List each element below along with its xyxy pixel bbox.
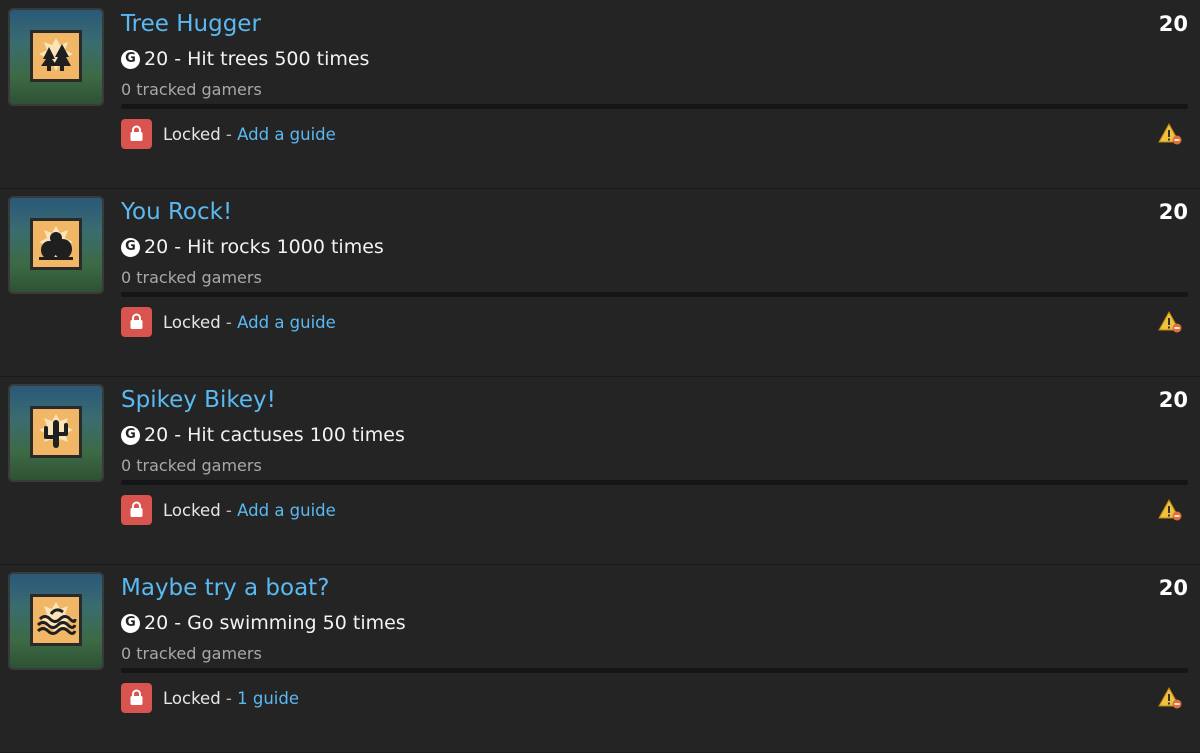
tracked-gamers: 0 tracked gamers bbox=[121, 644, 262, 663]
tracked-gamers: 0 tracked gamers bbox=[121, 456, 262, 475]
points-value: 20 bbox=[1158, 12, 1188, 36]
status-separator: - bbox=[220, 313, 238, 332]
gamerscore-icon: G bbox=[121, 49, 140, 69]
achievement-row: Maybe try a boat? G 20 - Go swimming 50 … bbox=[0, 564, 1200, 753]
status-line: Locked - Add a guide bbox=[163, 501, 336, 521]
gamerscore-icon: G bbox=[121, 613, 140, 633]
achievement-row: Spikey Bikey! G 20 - Hit cactuses 100 ti… bbox=[0, 376, 1200, 565]
warning-icon[interactable] bbox=[1158, 686, 1184, 710]
description-text: 20 - Hit cactuses 100 times bbox=[144, 424, 405, 446]
description-text: 20 - Hit rocks 1000 times bbox=[144, 236, 384, 258]
achievement-image[interactable] bbox=[8, 8, 104, 106]
status-label: Locked bbox=[163, 125, 221, 144]
lock-icon bbox=[121, 119, 152, 149]
status-separator: - bbox=[220, 501, 238, 520]
achievement-description: G 20 - Hit rocks 1000 times bbox=[121, 235, 384, 259]
lock-icon bbox=[121, 307, 152, 337]
status-label: Locked bbox=[163, 313, 221, 332]
tracked-gamers: 0 tracked gamers bbox=[121, 268, 262, 287]
status-separator: - bbox=[220, 689, 238, 708]
description-text: 20 - Hit trees 500 times bbox=[144, 48, 370, 70]
status-line: Locked - Add a guide bbox=[163, 313, 336, 333]
achievement-image[interactable] bbox=[8, 196, 104, 294]
progress-bar bbox=[121, 480, 1188, 485]
gamerscore-icon: G bbox=[121, 425, 140, 445]
achievement-description: G 20 - Hit cactuses 100 times bbox=[121, 423, 405, 447]
achievement-image[interactable] bbox=[8, 572, 104, 670]
achievement-title[interactable]: Spikey Bikey! bbox=[121, 386, 276, 414]
status-label: Locked bbox=[163, 501, 221, 520]
points-value: 20 bbox=[1158, 388, 1188, 412]
progress-bar bbox=[121, 104, 1188, 109]
status-label: Locked bbox=[163, 689, 221, 708]
progress-bar bbox=[121, 292, 1188, 297]
achievement-title[interactable]: Maybe try a boat? bbox=[121, 574, 329, 602]
rocks-icon bbox=[30, 218, 82, 270]
waves-icon bbox=[30, 594, 82, 646]
description-text: 20 - Go swimming 50 times bbox=[144, 612, 406, 634]
add-guide-link[interactable]: Add a guide bbox=[237, 125, 336, 144]
add-guide-link[interactable]: Add a guide bbox=[237, 501, 336, 520]
gamerscore-icon: G bbox=[121, 237, 140, 257]
guide-link[interactable]: 1 guide bbox=[237, 689, 299, 708]
tree-icon bbox=[30, 30, 82, 82]
status-line: Locked - Add a guide bbox=[163, 125, 336, 145]
progress-bar bbox=[121, 668, 1188, 673]
lock-icon bbox=[121, 683, 152, 713]
achievement-row: You Rock! G 20 - Hit rocks 1000 times 0 … bbox=[0, 188, 1200, 377]
points-value: 20 bbox=[1158, 576, 1188, 600]
lock-icon bbox=[121, 495, 152, 525]
warning-icon[interactable] bbox=[1158, 498, 1184, 522]
warning-icon[interactable] bbox=[1158, 310, 1184, 334]
warning-icon[interactable] bbox=[1158, 122, 1184, 146]
achievement-description: G 20 - Go swimming 50 times bbox=[121, 611, 406, 635]
achievement-row: Tree Hugger G 20 - Hit trees 500 times 0… bbox=[0, 0, 1200, 189]
status-separator: - bbox=[220, 125, 238, 144]
achievement-title[interactable]: You Rock! bbox=[121, 198, 232, 226]
achievement-title[interactable]: Tree Hugger bbox=[121, 10, 261, 38]
status-line: Locked - 1 guide bbox=[163, 689, 299, 709]
achievement-description: G 20 - Hit trees 500 times bbox=[121, 47, 369, 71]
cactus-icon bbox=[30, 406, 82, 458]
points-value: 20 bbox=[1158, 200, 1188, 224]
achievement-image[interactable] bbox=[8, 384, 104, 482]
add-guide-link[interactable]: Add a guide bbox=[237, 313, 336, 332]
achievement-list: Tree Hugger G 20 - Hit trees 500 times 0… bbox=[0, 0, 1200, 753]
tracked-gamers: 0 tracked gamers bbox=[121, 80, 262, 99]
